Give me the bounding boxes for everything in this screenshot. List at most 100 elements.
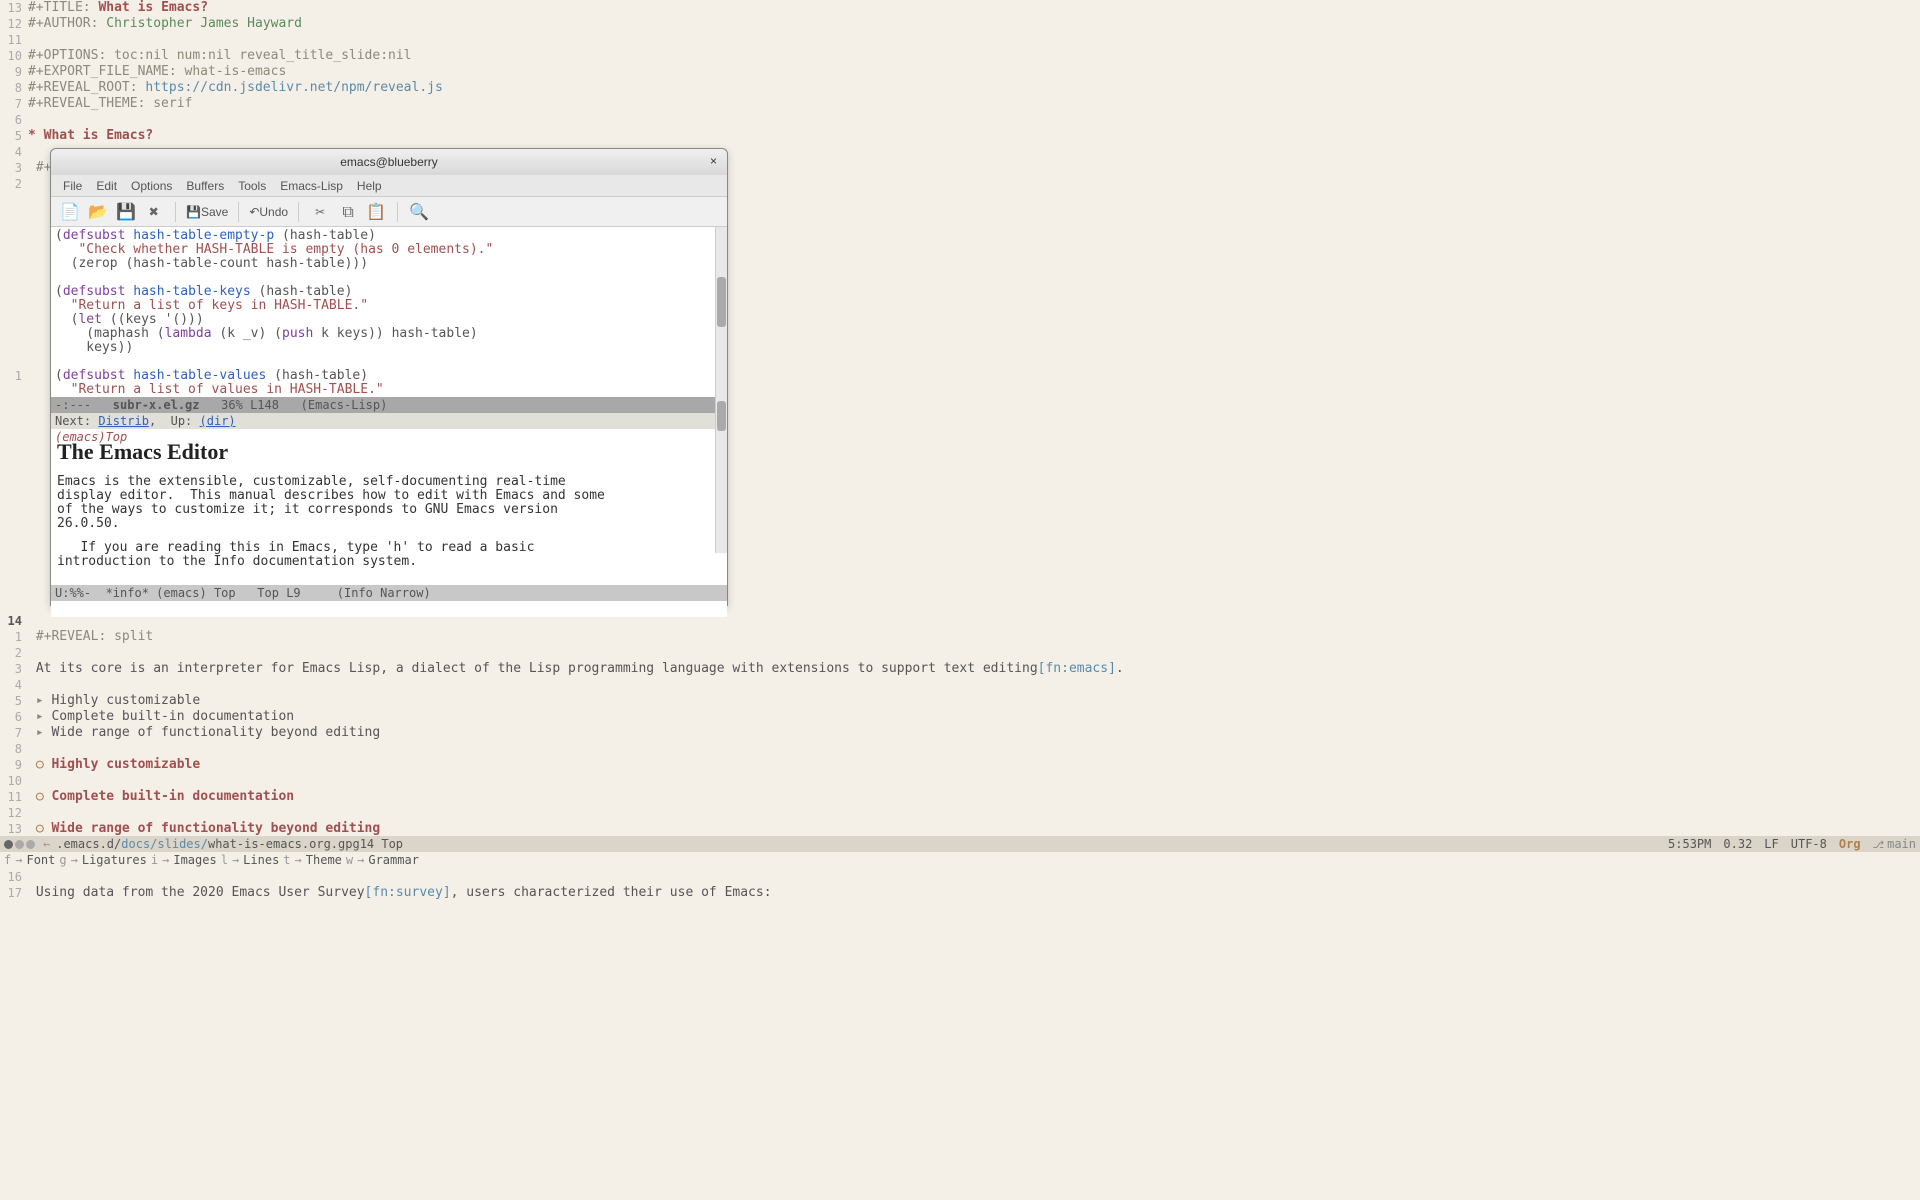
gutter-line-number: 3: [0, 661, 28, 677]
elisp-line[interactable]: [55, 271, 723, 285]
gutter-line-number: 13: [0, 821, 28, 837]
code-line[interactable]: Using data from the 2020 Emacs User Surv…: [28, 885, 772, 901]
menu-buffers[interactable]: Buffers: [180, 177, 230, 195]
arrow-icon: →: [295, 853, 302, 867]
menu-file[interactable]: File: [57, 177, 88, 195]
info-link-dir[interactable]: (dir): [200, 414, 236, 428]
which-key-key: t: [283, 853, 290, 867]
which-key-footer: f→Fontg→Ligaturesi→Imagesl→Linest→Themew…: [0, 852, 1920, 868]
gutter-line-number: 4: [0, 677, 28, 693]
buffer-position: 14 Top: [360, 837, 403, 851]
gutter-line-number: 10: [0, 48, 28, 64]
code-line[interactable]: * What is Emacs?: [28, 128, 153, 144]
code-line[interactable]: ▸ Wide range of functionality beyond edi…: [28, 725, 380, 741]
info-body-1: Emacs is the extensible, customizable, s…: [57, 475, 721, 531]
elisp-line[interactable]: (maphash (lambda (k _v) (push k keys)) h…: [55, 327, 723, 341]
gutter-line-number: 1: [0, 629, 28, 645]
which-key-label[interactable]: Images: [173, 853, 216, 867]
status-dot-modified: [4, 840, 13, 849]
new-file-icon[interactable]: 📄: [59, 201, 81, 223]
gutter-line-rel: 1: [0, 368, 28, 384]
menu-help[interactable]: Help: [351, 177, 388, 195]
line-ending: LF: [1764, 837, 1778, 851]
undo-button[interactable]: ↶Undo: [249, 201, 288, 223]
code-line[interactable]: #+REVEAL: split: [28, 629, 153, 645]
menu-edit[interactable]: Edit: [90, 177, 123, 195]
which-key-label[interactable]: Grammar: [368, 853, 419, 867]
info-body-2: If you are reading this in Emacs, type '…: [57, 541, 721, 569]
code-line[interactable]: #+EXPORT_FILE_NAME: what-is-emacs: [28, 64, 286, 80]
gutter-line-number: 9: [0, 64, 28, 80]
code-line[interactable]: #+TITLE: What is Emacs?: [28, 0, 208, 16]
emacs-inner-window: emacs@blueberry × FileEditOptionsBuffers…: [50, 148, 728, 606]
gutter-line-number: 2: [0, 176, 28, 192]
elisp-line[interactable]: keys)): [55, 341, 723, 355]
gutter-line-number: 10: [0, 773, 28, 789]
inner-info-nav: Next: Distrib, Up: (dir)(emacs)Top: [51, 413, 727, 429]
menu-emacs-lisp[interactable]: Emacs-Lisp: [274, 177, 349, 195]
arrow-icon: →: [162, 853, 169, 867]
gutter-line-number: 6: [0, 112, 28, 128]
close-file-icon[interactable]: ✖: [143, 201, 165, 223]
elisp-line[interactable]: (defsubst hash-table-values (hash-table): [55, 369, 723, 383]
save-file-icon[interactable]: 💾: [115, 201, 137, 223]
code-line[interactable]: #+REVEAL_THEME: serif: [28, 96, 192, 112]
gutter-line-number: 11: [0, 32, 28, 48]
code-line[interactable]: #+AUTHOR: Christopher James Hayward: [28, 16, 302, 32]
menu-options[interactable]: Options: [125, 177, 178, 195]
elisp-line[interactable]: (defsubst hash-table-keys (hash-table): [55, 285, 723, 299]
search-icon[interactable]: 🔍: [408, 201, 430, 223]
toolbar-separator: [175, 202, 176, 222]
paste-icon[interactable]: 📋: [365, 201, 387, 223]
gutter-line-number: 13: [0, 0, 28, 16]
git-branch: main: [1873, 837, 1916, 851]
inner-info-pane[interactable]: The Emacs Editor Emacs is the extensible…: [51, 429, 727, 585]
gutter-line-number: 7: [0, 96, 28, 112]
gutter-line-number: 5: [0, 693, 28, 709]
code-line[interactable]: ▸ Complete built-in documentation: [28, 709, 294, 725]
elisp-line[interactable]: "Return a list of values in HASH-TABLE.": [55, 383, 723, 397]
gutter-line-number: 8: [0, 741, 28, 757]
gutter-line-number: 16: [0, 869, 28, 885]
elisp-line[interactable]: (let ((keys '())): [55, 313, 723, 327]
scrollbar-thumb[interactable]: [717, 429, 726, 431]
which-key-label[interactable]: Theme: [306, 853, 342, 867]
elisp-line[interactable]: "Return a list of keys in HASH-TABLE.": [55, 299, 723, 313]
path-pre: .emacs.d/: [56, 837, 121, 851]
major-mode: Org: [1839, 837, 1861, 851]
scrollbar-thumb[interactable]: [717, 277, 726, 327]
inner-toolbar: 📄 📂 💾 ✖ 💾Save ↶Undo ✂ ⧉ 📋 🔍: [51, 197, 727, 227]
inner-modeline-upper: -:--- subr-x.el.gz 36% L148 (Emacs-Lisp): [51, 397, 727, 413]
inner-code-pane[interactable]: (defsubst hash-table-empty-p (hash-table…: [51, 227, 727, 397]
elisp-line[interactable]: (zerop (hash-table-count hash-table))): [55, 257, 723, 271]
code-line[interactable]: #+REVEAL_ROOT: https://cdn.jsdelivr.net/…: [28, 80, 443, 96]
which-key-label[interactable]: Font: [26, 853, 55, 867]
code-line[interactable]: ○ Highly customizable: [28, 757, 200, 773]
gutter-line-number: 14: [0, 613, 28, 629]
close-icon[interactable]: ×: [710, 154, 717, 168]
which-key-label[interactable]: Lines: [243, 853, 279, 867]
open-file-icon[interactable]: 📂: [87, 201, 109, 223]
code-line[interactable]: ▸ Highly customizable: [28, 693, 200, 709]
status-dot: [26, 840, 35, 849]
elisp-line[interactable]: "Check whether HASH-TABLE is empty (has …: [55, 243, 723, 257]
code-line[interactable]: At its core is an interpreter for Emacs …: [28, 661, 1124, 677]
cut-icon[interactable]: ✂: [309, 201, 331, 223]
menu-tools[interactable]: Tools: [232, 177, 272, 195]
inner-titlebar[interactable]: emacs@blueberry ×: [51, 149, 727, 175]
elisp-line[interactable]: [55, 355, 723, 369]
inner-title: emacs@blueberry: [340, 155, 438, 169]
copy-icon[interactable]: ⧉: [337, 201, 359, 223]
which-key-label[interactable]: Ligatures: [82, 853, 147, 867]
arrow-icon: →: [71, 853, 78, 867]
elisp-line[interactable]: (defsubst hash-table-empty-p (hash-table…: [55, 229, 723, 243]
save-button[interactable]: 💾Save: [186, 201, 228, 223]
code-line[interactable]: ○ Complete built-in documentation: [28, 789, 294, 805]
info-link-distrib[interactable]: Distrib: [98, 414, 149, 428]
back-icon[interactable]: ←: [43, 837, 50, 851]
code-line[interactable]: ○ Wide range of functionality beyond edi…: [28, 821, 380, 837]
gutter-line-number: 8: [0, 80, 28, 96]
code-line[interactable]: #+OPTIONS: toc:nil num:nil reveal_title_…: [28, 48, 412, 64]
which-key-key: f: [4, 853, 11, 867]
status-dot: [15, 840, 24, 849]
